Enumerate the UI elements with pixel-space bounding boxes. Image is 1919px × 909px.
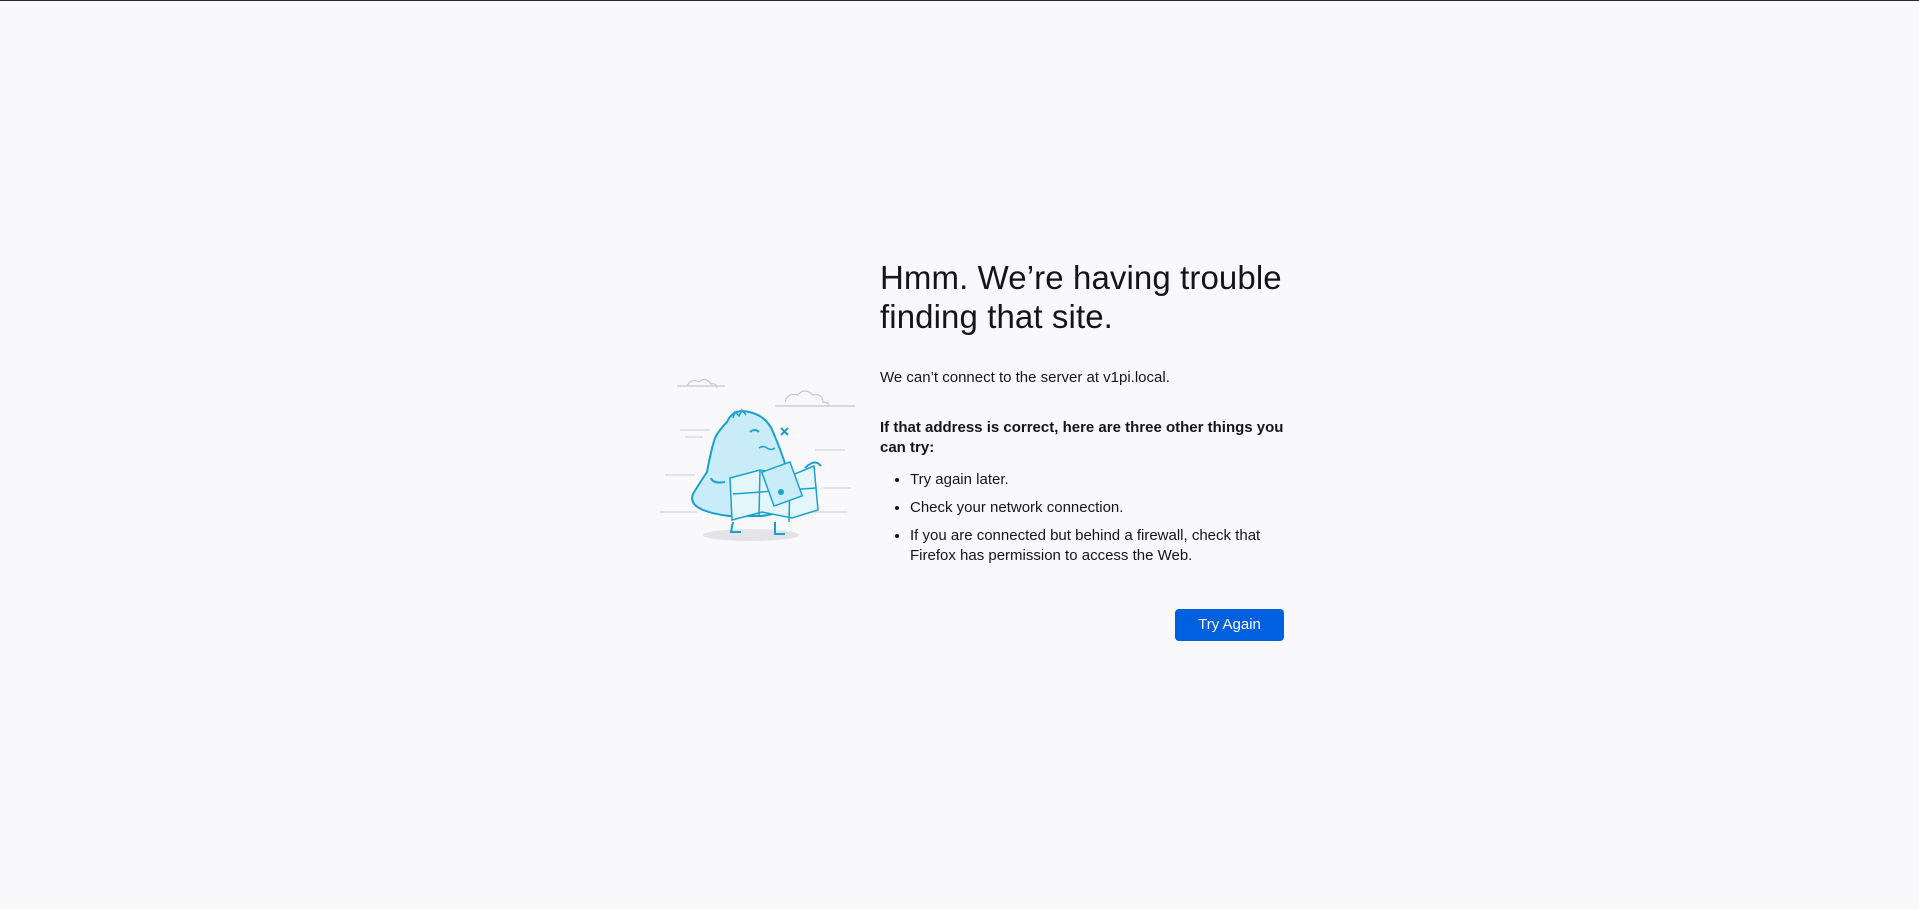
suggestion-item: Try again later. — [910, 470, 1285, 490]
suggestion-item: Check your network connection. — [910, 498, 1285, 518]
error-content: Hmm. We’re having trouble finding that s… — [880, 258, 1285, 641]
error-description: We can’t connect to the server at v1pi.l… — [880, 369, 1170, 386]
confused-dino-illustration-icon — [655, 370, 860, 545]
page-title: Hmm. We’re having trouble finding that s… — [880, 259, 1282, 335]
suggestions-heading: If that address is correct, here are thr… — [880, 419, 1284, 456]
suggestions-list: Try again later. Check your network conn… — [880, 470, 1285, 566]
button-row: Try Again — [880, 609, 1284, 641]
try-again-button[interactable]: Try Again — [1175, 609, 1284, 641]
error-page: Hmm. We’re having trouble finding that s… — [0, 0, 1919, 909]
suggestion-item: If you are connected but behind a firewa… — [910, 526, 1285, 566]
